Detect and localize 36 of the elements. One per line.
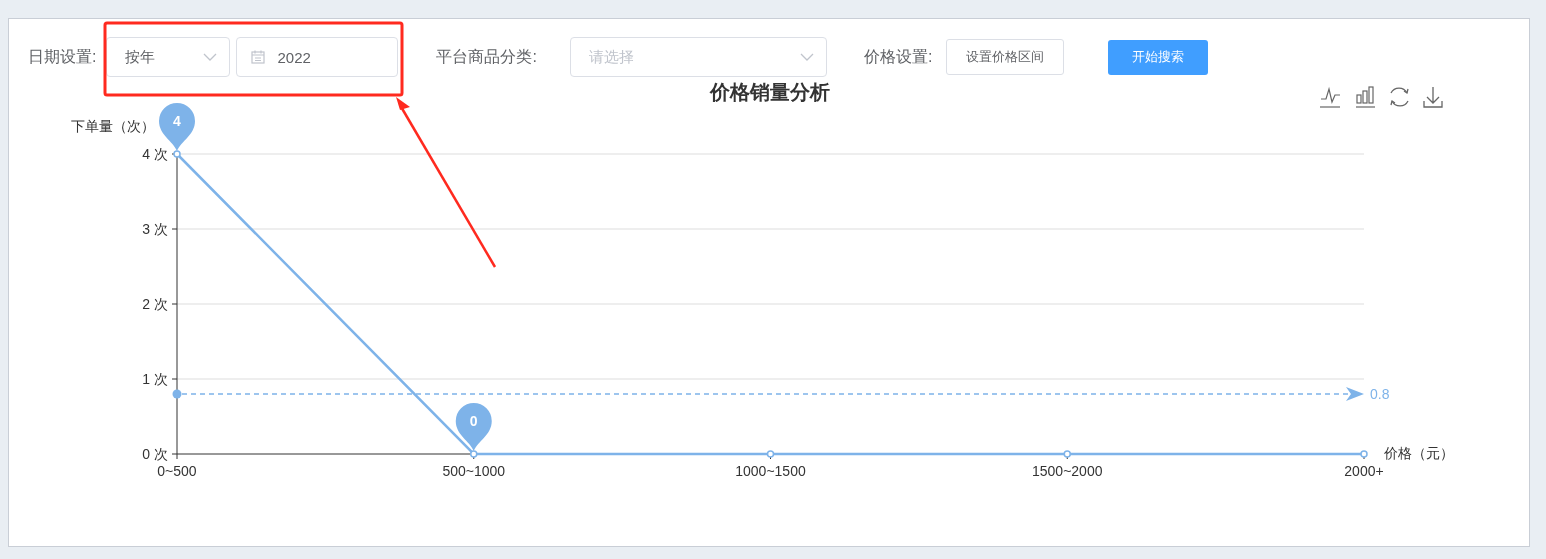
data-point (1360, 450, 1368, 458)
x-axis-title: 价格（元） (1384, 445, 1454, 461)
date-field[interactable]: 2022 (236, 37, 399, 77)
marker-value: 0 (469, 413, 478, 429)
filter-label: 平台商品分类: (436, 46, 537, 67)
chart-title: 价格销量分析 (710, 81, 830, 103)
chevron-down-icon (203, 53, 218, 61)
data-point (470, 450, 478, 458)
y-tick-label: 1 次 (142, 371, 168, 387)
filter-label: 日期设置: (28, 46, 97, 67)
select-field[interactable]: 按年 (106, 37, 231, 77)
y-tick-label: 4 次 (142, 146, 168, 162)
download-icon[interactable] (1423, 86, 1443, 108)
x-tick-label: 500~1000 (442, 463, 506, 479)
x-tick-label: 1500~2000 (1032, 463, 1103, 479)
y-tick-label: 2 次 (142, 296, 168, 312)
bar-chart-icon[interactable] (1355, 86, 1376, 108)
data-point (766, 450, 775, 458)
marker-value: 4 (173, 113, 181, 129)
marker-pin (455, 403, 492, 451)
data-point (173, 150, 181, 158)
x-tick-label: 1000~1500 (735, 463, 806, 479)
x-tick-label: 2000+ (1344, 463, 1384, 479)
chevron-down-icon (799, 53, 814, 61)
filter-label: 价格设置: (863, 46, 933, 67)
data-point (1063, 450, 1071, 458)
refresh-icon[interactable] (1390, 87, 1409, 107)
y-tick-label: 0 次 (142, 446, 168, 462)
y-tick-label: 3 次 (142, 221, 168, 237)
price-range-button[interactable]: 设置价格区间 (946, 39, 1065, 75)
x-tick-label: 0~500 (157, 463, 197, 479)
y-axis-title: 下单量（次） (71, 118, 155, 134)
ref-line-start-dot (172, 389, 182, 399)
calendar-icon (251, 50, 266, 64)
average-value: 0.8 (1370, 386, 1390, 402)
line-chart-icon[interactable] (1319, 86, 1341, 108)
